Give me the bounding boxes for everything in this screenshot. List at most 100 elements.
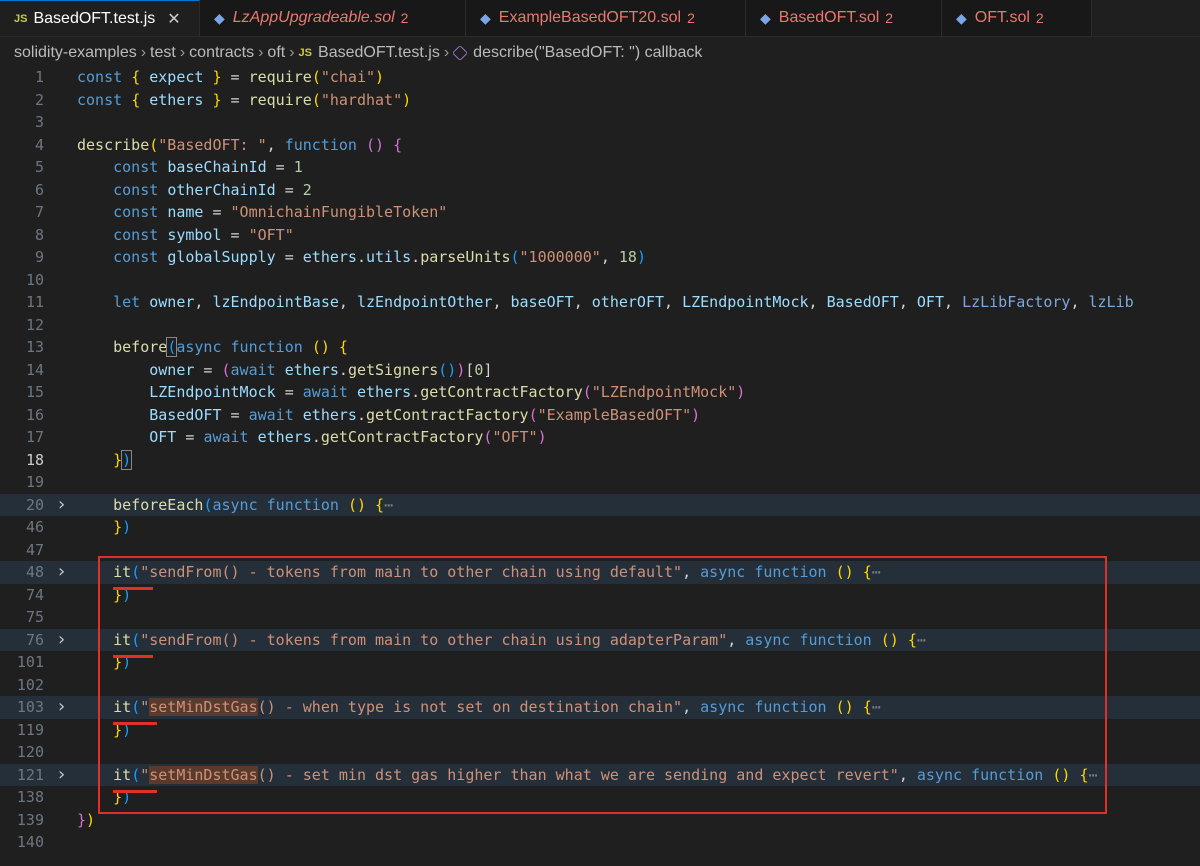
code-line[interactable]: 138 }) [0, 786, 1200, 809]
code-line[interactable]: 13 before(async function () { [0, 336, 1200, 359]
code-text: it("setMinDstGas() - set min dst gas hig… [113, 765, 1098, 784]
code-line[interactable]: 16 BasedOFT = await ethers.getContractFa… [0, 404, 1200, 427]
code-line[interactable]: 10 [0, 269, 1200, 292]
line-number: 11 [25, 293, 44, 311]
code-text: BasedOFT = await ethers.getContractFacto… [149, 405, 701, 424]
code-line[interactable]: 4 describe("BasedOFT: ", function () { [0, 134, 1200, 157]
fold-chevron-icon[interactable]: › [56, 696, 67, 719]
fold-chevron-icon[interactable]: › [56, 494, 67, 517]
code-line[interactable]: 18 }) [0, 449, 1200, 472]
code-line[interactable]: 101 }) [0, 651, 1200, 674]
code-text: it("sendFrom() - tokens from main to oth… [113, 630, 926, 649]
code-line[interactable]: 20 › beforeEach(async function () {⋯ [0, 493, 1200, 517]
code-line[interactable]: 19 [0, 471, 1200, 494]
code-line[interactable]: 7 const name = "OmnichainFungibleToken" [0, 201, 1200, 224]
code-line[interactable]: 11 let owner, lzEndpointBase, lzEndpoint… [0, 291, 1200, 314]
line-number: 20 [25, 495, 44, 514]
code-line[interactable]: 103 › it("setMinDstGas() - when type is n… [0, 696, 1200, 719]
code-line[interactable]: 121 › it("setMinDstGas() - set min dst ga… [0, 763, 1200, 787]
tab-basedoft-test-js[interactable]: JS BasedOFT.test.js ✕ [0, 0, 200, 36]
code-text: OFT = await ethers.getContractFactory("O… [149, 428, 547, 446]
tab-label: BasedOFT.test.js [33, 9, 156, 27]
code-text: owner = (await ethers.getSigners())[0] [149, 360, 493, 379]
code-text: }) [113, 518, 132, 536]
code-line[interactable]: 2 const { ethers } = require("hardhat") [0, 89, 1200, 112]
code-line[interactable]: 1 const { expect } = require("chai") [0, 66, 1200, 89]
problem-count-badge: 2 [687, 10, 695, 26]
line-number: 17 [25, 428, 44, 446]
tab-label: LzAppUpgradeable.sol [232, 9, 395, 26]
code-line[interactable]: 8 const symbol = "OFT" [0, 224, 1200, 247]
code-line[interactable]: 47 [0, 539, 1200, 562]
close-icon[interactable]: ✕ [167, 9, 180, 29]
code-line[interactable]: 119 }) [0, 719, 1200, 742]
code-text: const baseChainId = 1 [113, 158, 303, 176]
javascript-file-icon: JS [298, 47, 313, 59]
line-number: 140 [16, 833, 44, 851]
code-line[interactable]: 12 [0, 314, 1200, 337]
breadcrumb: solidity-examples › test › contracts › oft › JS B… [0, 40, 1200, 66]
line-number: 15 [25, 383, 44, 401]
code-text: const symbol = "OFT" [113, 225, 294, 244]
code-line[interactable]: 3 [0, 111, 1200, 134]
fold-chevron-icon[interactable]: › [56, 764, 67, 787]
solidity-file-icon: ◆ [214, 9, 225, 26]
line-number: 13 [25, 338, 44, 356]
line-number: 74 [25, 585, 44, 604]
line-number: 47 [25, 540, 44, 559]
fold-chevron-icon[interactable]: › [56, 629, 67, 652]
code-line[interactable]: 46 }) [0, 516, 1200, 539]
code-line[interactable]: 17 OFT = await ethers.getContractFactory… [0, 426, 1200, 449]
code-line[interactable]: 74 }) [0, 584, 1200, 607]
annotation-underline [113, 655, 153, 658]
code-line[interactable]: 9 const globalSupply = ethers.utils.pars… [0, 246, 1200, 269]
annotation-underline [113, 790, 157, 793]
line-number: 121 [16, 765, 44, 784]
breadcrumb-item[interactable]: describe("BasedOFT: ") callback [473, 44, 702, 62]
breadcrumb-item[interactable]: test [150, 44, 176, 62]
code-editor[interactable]: 1 const { expect } = require("chai") 2 cons… [0, 66, 1200, 866]
breadcrumb-item[interactable]: solidity-examples [14, 44, 137, 62]
line-number: 138 [16, 788, 44, 806]
breadcrumb-item[interactable]: oft [267, 44, 285, 62]
solidity-file-icon: ◆ [480, 9, 491, 26]
code-text: const { expect } = require("chai") [77, 68, 385, 86]
line-number: 16 [25, 405, 44, 424]
code-line[interactable]: 75 [0, 606, 1200, 629]
line-number: 18 [25, 450, 44, 469]
line-number: 8 [34, 225, 44, 244]
code-line[interactable]: 140 [0, 831, 1200, 854]
code-line[interactable]: 120 [0, 741, 1200, 764]
line-number: 19 [25, 473, 44, 491]
tab-lzappupgradeable-sol[interactable]: ◆ LzAppUpgradeable.sol 2 [200, 0, 466, 36]
tab-oft-sol[interactable]: ◆ OFT.sol 2 [942, 0, 1092, 36]
fold-chevron-icon[interactable]: › [56, 561, 67, 584]
breadcrumb-item[interactable]: contracts [189, 44, 254, 62]
code-line[interactable]: 15 LZEndpointMock = await ethers.getCont… [0, 381, 1200, 404]
tab-basedoft-sol[interactable]: ◆ BasedOFT.sol 2 [746, 0, 942, 36]
line-number: 2 [34, 90, 44, 109]
code-line[interactable]: 76 › it("sendFrom() - tokens from main to… [0, 628, 1200, 652]
code-line[interactable]: 102 [0, 674, 1200, 697]
line-number: 10 [25, 270, 44, 289]
line-number: 48 [25, 563, 44, 581]
problem-count-badge: 2 [885, 10, 894, 26]
chevron-right-icon: › [258, 44, 264, 61]
code-text: describe("BasedOFT: ", function () { [77, 135, 403, 154]
code-line[interactable]: 139}) [0, 809, 1200, 832]
annotation-underline [113, 587, 153, 590]
tab-label: BasedOFT.sol [778, 9, 880, 26]
tab-examplebasedoft20-sol[interactable]: ◆ ExampleBasedOFT20.sol 2 [466, 0, 746, 36]
line-number: 120 [16, 743, 44, 761]
symbol-method-icon [452, 45, 469, 61]
tab-label: OFT.sol [974, 9, 1030, 26]
line-number: 4 [34, 135, 44, 154]
code-line[interactable]: 6 const otherChainId = 2 [0, 179, 1200, 202]
tab-label: ExampleBasedOFT20.sol [498, 9, 682, 26]
code-line[interactable]: 48 › it("sendFrom() - tokens from main to… [0, 561, 1200, 584]
chevron-right-icon: › [443, 44, 450, 61]
code-line[interactable]: 5 const baseChainId = 1 [0, 156, 1200, 179]
line-number: 7 [34, 203, 44, 221]
breadcrumb-item[interactable]: BasedOFT.test.js [318, 44, 440, 62]
code-line[interactable]: 14 owner = (await ethers.getSigners())[0… [0, 359, 1200, 382]
